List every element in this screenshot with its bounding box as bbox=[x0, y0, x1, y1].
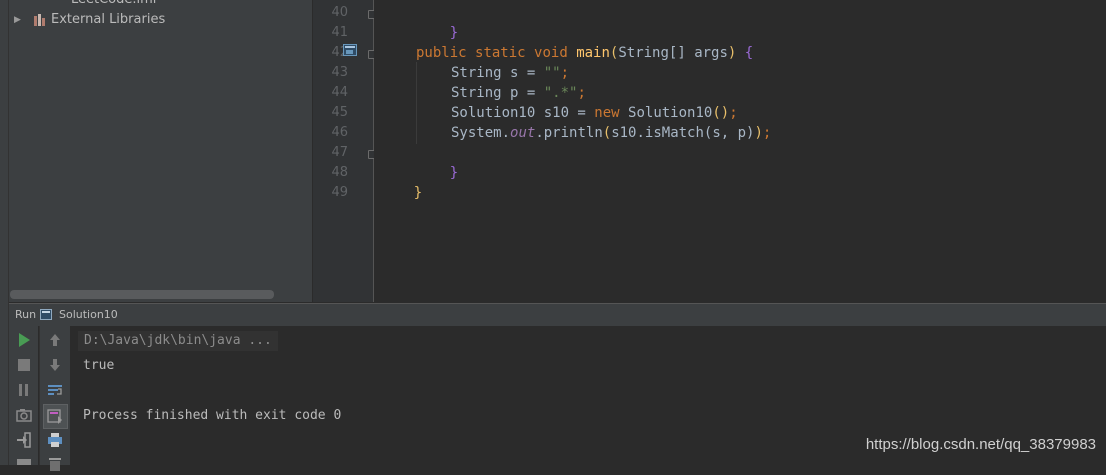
line-number: 45 bbox=[331, 105, 348, 120]
line-number: 41 bbox=[331, 25, 348, 40]
indent-guide bbox=[416, 62, 417, 144]
left-tool-strip bbox=[0, 0, 9, 465]
line-number: 46 bbox=[331, 125, 348, 140]
tree-item-label: External Libraries bbox=[51, 12, 166, 27]
line-number: 44 bbox=[331, 85, 348, 100]
help-icon[interactable] bbox=[14, 455, 34, 475]
line-number: 49 bbox=[331, 185, 348, 200]
code-line-48: } bbox=[413, 185, 423, 201]
scroll-to-end-icon[interactable] bbox=[43, 404, 68, 429]
project-panel: LeetCode.iml ▶ External Libraries bbox=[0, 0, 313, 302]
console-output-line: true bbox=[83, 358, 115, 373]
code-line-43: String s = ""; bbox=[451, 65, 570, 81]
run-config-icon bbox=[40, 309, 52, 320]
tree-item-label: LeetCode.iml bbox=[71, 0, 156, 10]
watermark: https://blog.csdn.net/qq_38379983 bbox=[865, 436, 1096, 453]
code-editor[interactable]: } public static void main(String[] args)… bbox=[374, 0, 1106, 302]
console-exit-message: Process finished with exit code 0 bbox=[83, 408, 342, 423]
tree-item-iml-file[interactable]: LeetCode.iml bbox=[30, 0, 230, 10]
code-line-44: String p = ".*"; bbox=[451, 85, 586, 101]
run-toolbar-primary bbox=[9, 326, 38, 465]
line-number: 48 bbox=[331, 165, 348, 180]
line-number: 47 bbox=[331, 145, 348, 160]
soft-wrap-icon[interactable] bbox=[45, 380, 65, 400]
expand-arrow-icon[interactable]: ▶ bbox=[14, 10, 21, 30]
line-number: 43 bbox=[331, 65, 348, 80]
trash-icon[interactable] bbox=[45, 455, 65, 475]
tree-item-external-libraries[interactable]: ▶ External Libraries bbox=[14, 10, 214, 30]
run-gutter-icon[interactable] bbox=[343, 44, 357, 56]
code-line-42: public static void main(String[] args) { bbox=[416, 45, 754, 61]
code-line-45: Solution10 s10 = new Solution10(); bbox=[451, 105, 738, 121]
run-toolbar-secondary bbox=[39, 326, 70, 471]
code-line-46: System.out.println(s10.isMatch(s, p)); bbox=[451, 125, 772, 141]
code-line-47: } bbox=[449, 165, 459, 181]
library-icon bbox=[34, 14, 48, 26]
run-icon[interactable] bbox=[14, 330, 34, 350]
down-arrow-icon[interactable] bbox=[45, 355, 65, 375]
camera-icon[interactable] bbox=[14, 405, 34, 425]
pause-icon[interactable] bbox=[14, 380, 34, 400]
run-config-tab[interactable]: Solution10 bbox=[59, 307, 118, 323]
run-label: Run bbox=[15, 308, 37, 321]
run-tool-window-header: Run Solution10 bbox=[9, 303, 1106, 326]
print-icon[interactable] bbox=[45, 430, 65, 450]
up-arrow-icon[interactable] bbox=[45, 330, 65, 350]
horizontal-scrollbar[interactable] bbox=[10, 290, 274, 299]
code-line-40: } bbox=[449, 25, 459, 41]
line-number: 40 bbox=[331, 5, 348, 20]
exit-icon[interactable] bbox=[14, 430, 34, 450]
console-command-line: D:\Java\jdk\bin\java ... bbox=[78, 331, 278, 351]
stop-icon[interactable] bbox=[14, 355, 34, 375]
